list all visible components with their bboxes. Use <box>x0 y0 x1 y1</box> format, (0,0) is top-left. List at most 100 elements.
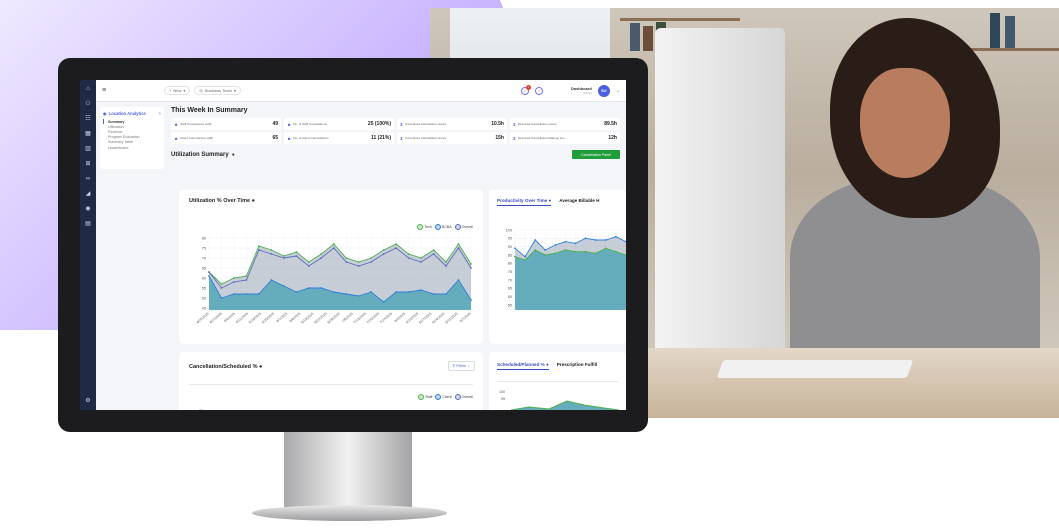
hourglass-icon: ⧗ <box>513 121 516 127</box>
grid-icon[interactable]: ⊞ <box>85 161 90 167</box>
data-point <box>544 254 547 256</box>
chat-icon[interactable]: ◌ <box>534 86 543 95</box>
utilization-title: Utilization Summary <box>171 151 229 158</box>
team-dropdown[interactable]: ◎ Business Team ▾ <box>194 86 241 95</box>
woman-face <box>860 68 950 178</box>
data-point <box>220 297 223 299</box>
sidebar-item-leaderboard[interactable]: Leaderboard <box>103 145 161 150</box>
data-point <box>233 293 235 295</box>
calendar-icon[interactable]: ▦ <box>85 131 91 137</box>
data-point <box>245 279 248 281</box>
stat-label: Resolved Cancellation Hours <box>517 122 557 126</box>
x-tick-label: 8/10/2025 <box>405 312 419 325</box>
menu-icon[interactable]: ≡ <box>102 87 118 94</box>
nav-section-header[interactable]: ◉ Location Analytics ˄ <box>103 111 161 116</box>
y-tick-label: 100 <box>506 228 512 232</box>
chart-icon[interactable]: ▥ <box>85 146 91 152</box>
legend-client[interactable]: Client <box>435 394 452 400</box>
data-point <box>345 261 348 263</box>
cancellation-panel-button[interactable]: Cancellation Panel <box>572 150 620 159</box>
stat-value: 49 <box>272 121 278 127</box>
data-point <box>208 271 210 273</box>
chart-title: Cancellation/Scheduled % ● <box>179 352 483 370</box>
y-tick-label: 55 <box>202 286 206 290</box>
people-icon: ☻ <box>174 135 179 141</box>
area-fill <box>515 248 626 310</box>
avatar[interactable]: SU <box>597 84 610 97</box>
x-tick-label: 5/11/2025 <box>235 312 249 325</box>
stat-value: 11 (21%) <box>370 135 391 141</box>
data-point <box>220 283 223 285</box>
data-point <box>432 253 435 255</box>
data-point <box>407 257 410 259</box>
scheduled-chart-card: Scheduled/Planned % ● Prescription Fulfi… <box>489 352 626 410</box>
data-point <box>604 239 607 241</box>
data-point <box>345 293 348 295</box>
monitor-frame: ⌂ ⚇ ☷ ▦ ▥ ⊞ ∞ ◢ ◉ ▤ ⚙ ≡ + New ▾ ◎ Busine… <box>58 58 648 432</box>
y-tick-label: 90 <box>508 245 512 249</box>
utilization-header: Utilization Summary ● Cancellation Panel <box>171 150 626 159</box>
legend-staff[interactable]: Staff <box>418 394 432 400</box>
stat-value: 12h <box>608 135 617 141</box>
dashboard-sublabel: Admin <box>583 90 592 95</box>
settings-icon[interactable]: ⚙ <box>85 398 90 404</box>
data-point <box>420 257 422 259</box>
data-point <box>615 235 617 238</box>
data-point <box>524 255 526 258</box>
data-point <box>258 245 260 247</box>
data-point <box>270 253 273 255</box>
data-point <box>245 275 248 277</box>
data-point <box>282 257 285 259</box>
stat-label: No. of Client Cancellations <box>293 136 329 140</box>
icon-rail: ⌂ ⚇ ☷ ▦ ▥ ⊞ ∞ ◢ ◉ ▤ ⚙ <box>80 80 96 410</box>
x-tick-label: 9/7/2025 <box>459 312 472 324</box>
stat-label: Staff Count(active staff) <box>180 122 212 126</box>
home-icon[interactable]: ⌂ <box>86 86 90 92</box>
data-point <box>457 243 460 245</box>
y-tick-label: 80 <box>202 236 206 240</box>
chevron-down-icon[interactable]: ⌄ <box>616 88 620 94</box>
data-point <box>445 261 447 263</box>
data-point <box>233 281 235 283</box>
data-point <box>295 251 298 253</box>
binoculars-icon[interactable]: ∞ <box>86 176 90 182</box>
doc-icon[interactable]: ▤ <box>85 221 91 227</box>
data-point <box>445 265 447 267</box>
data-point <box>420 289 422 291</box>
y-tick-label: 85 <box>508 253 512 257</box>
legend-label: Overall <box>461 394 473 399</box>
stat-value: 25 (100%) <box>367 121 391 127</box>
stat-label: Resolved Cancellation Makeup Hrs <box>517 136 565 140</box>
bell-icon[interactable]: ♪ 1 <box>520 84 531 95</box>
y-tick-label: 60 <box>202 276 206 280</box>
x-tick-label: 7/27/2025 <box>379 312 393 325</box>
stat-card: ⧗ Unresolved Cancellation Hours 10.5h <box>397 118 507 130</box>
team-icon[interactable]: ☷ <box>85 116 90 122</box>
hourglass-icon: ⧗ <box>400 121 403 127</box>
new-label: New <box>173 88 182 93</box>
filters-dropdown[interactable]: ⊽ Filters ⌄ <box>447 361 475 371</box>
new-dropdown[interactable]: + New ▾ <box>164 86 191 95</box>
info-icon[interactable]: ● <box>232 152 235 158</box>
data-point <box>245 293 248 295</box>
data-point <box>220 287 223 289</box>
data-point <box>307 261 310 263</box>
legend-overall[interactable]: Overall <box>454 394 473 400</box>
pin-icon[interactable]: ◉ <box>85 206 90 212</box>
data-point <box>457 279 460 281</box>
data-point <box>370 291 373 293</box>
data-point <box>258 293 260 295</box>
data-point <box>564 240 567 243</box>
x-tick-label: 6/22/2025 <box>313 312 327 325</box>
data-point <box>370 257 373 259</box>
analytics-icon[interactable]: ◢ <box>86 191 91 197</box>
y-tick-label: 20 <box>199 409 203 410</box>
monitor-stand-neck <box>284 432 412 512</box>
location-pin-icon: ◉ <box>103 111 107 116</box>
people-icon: ☻ <box>174 121 179 127</box>
stat-value: 65 <box>272 135 278 141</box>
info-icon[interactable]: ● <box>259 364 262 370</box>
y-tick-label: 70 <box>202 256 206 260</box>
people-icon[interactable]: ⚇ <box>85 101 90 107</box>
x-tick-label: 4/20/2025 <box>196 312 210 325</box>
